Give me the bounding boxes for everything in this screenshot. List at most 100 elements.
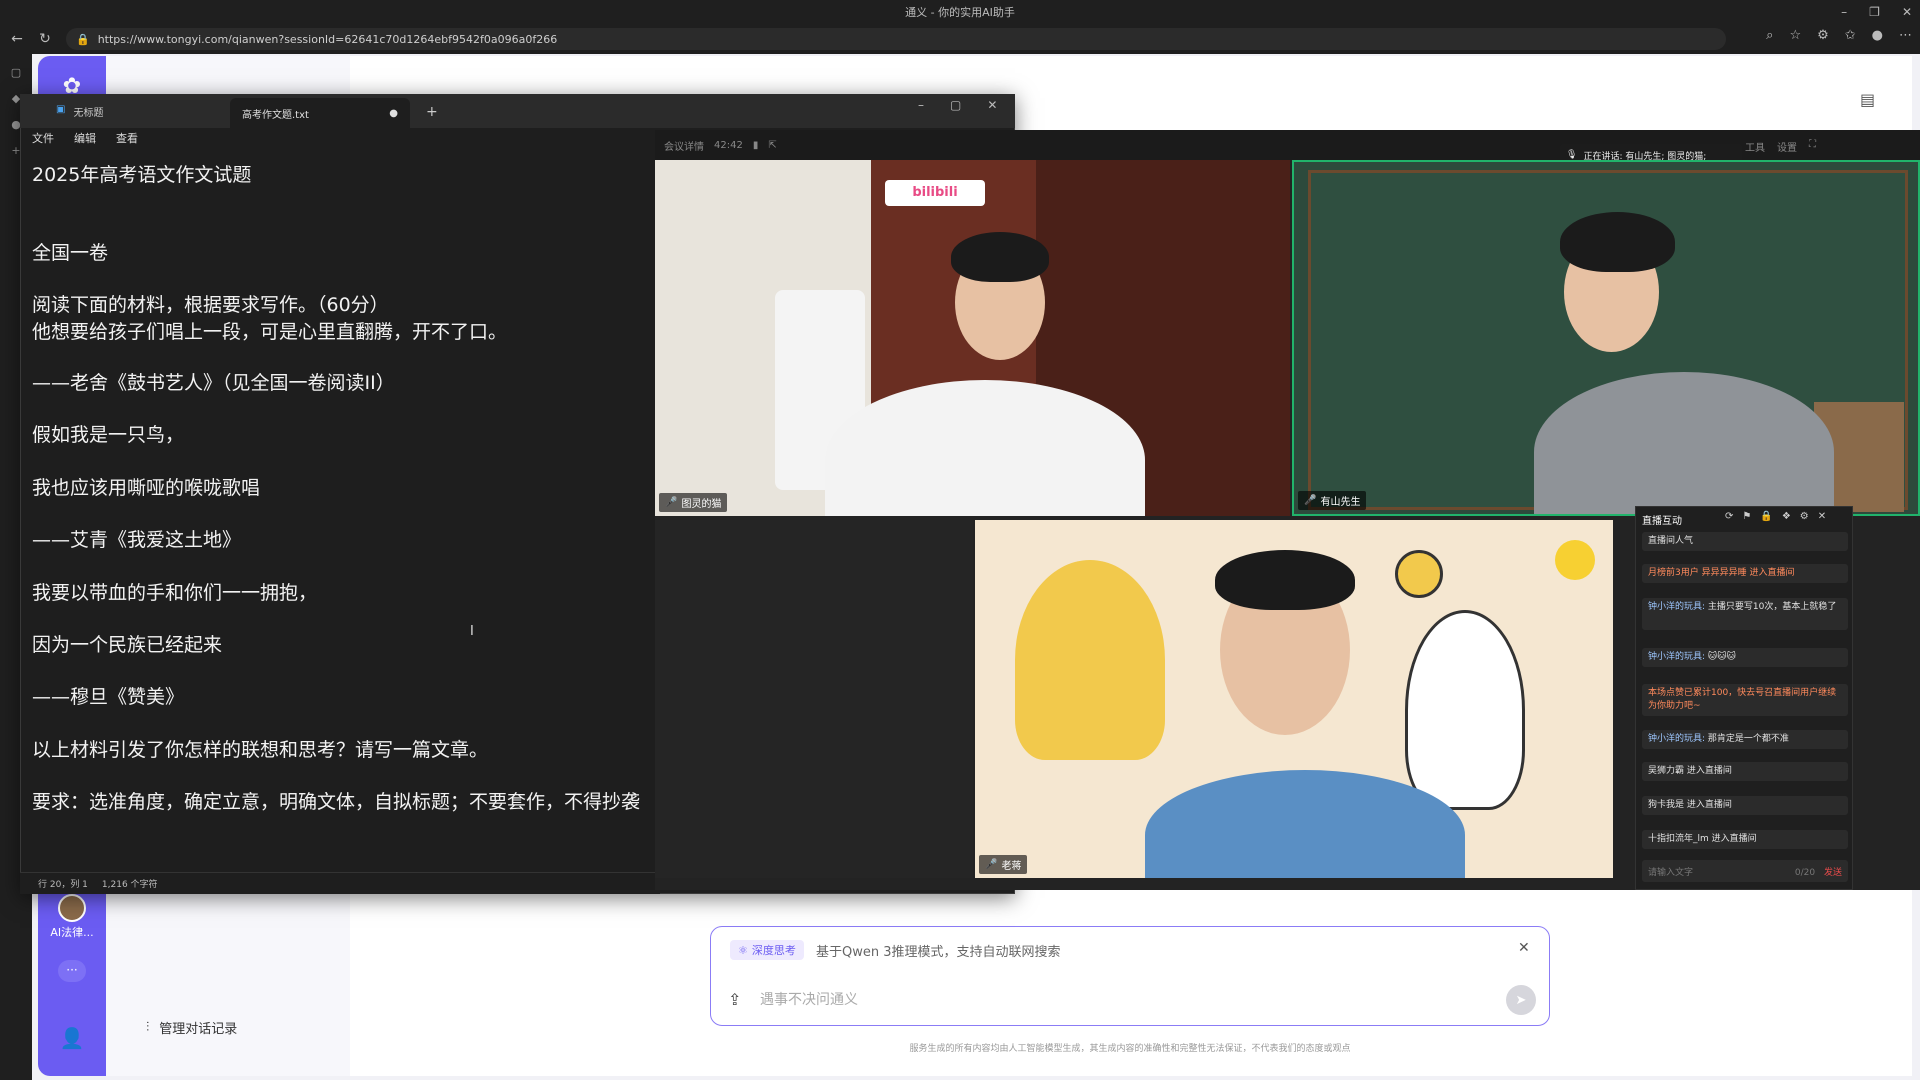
manage-history-button[interactable]: ⫶ 管理对话记录: [146, 1018, 237, 1037]
avatar[interactable]: [58, 894, 86, 922]
live-message-text: 本场点赞已累计100，快去号召直播间用户继续为你助力吧~: [1648, 688, 1837, 711]
live-send-button[interactable]: 发送: [1824, 868, 1842, 878]
menu-icon[interactable]: ⋯: [1899, 28, 1912, 43]
participant-name: 图灵的猫: [681, 499, 722, 510]
settings-button[interactable]: 设置: [1777, 139, 1797, 154]
close-icon[interactable]: ✕: [1902, 5, 1912, 19]
close-icon[interactable]: ✕: [1518, 940, 1530, 956]
live-message-author[interactable]: 钟小洋的玩具:: [1648, 734, 1705, 744]
notepad-titlebar: [20, 94, 1015, 128]
participant-name-tag: 🎤 老蒋: [979, 855, 1028, 874]
gift-icon[interactable]: ❖: [1782, 511, 1791, 522]
unsaved-dot-icon[interactable]: ●: [389, 108, 398, 119]
address-bar[interactable]: 🔒 https://www.tongyi.com/qianwen?session…: [66, 28, 1726, 50]
restore-icon[interactable]: ❐: [1869, 5, 1880, 19]
video-tile[interactable]: bilibili 🎤 图灵的猫: [655, 160, 1290, 516]
tab-active-label: 高考作文题.txt: [242, 109, 309, 121]
notepad-line: 全国一卷: [32, 242, 109, 264]
channel-logo: bilibili: [885, 180, 985, 206]
zoom-icon[interactable]: ⌕: [1766, 28, 1773, 43]
notepad-line: 假如我是一只鸟，: [32, 424, 185, 446]
meeting-info: 会议详情 42:42 ▮ ⇱: [664, 138, 777, 153]
agent-label[interactable]: AI法律...: [44, 924, 100, 940]
notepad-statusbar: 行 20，列 1 1,216 个字符: [20, 872, 660, 894]
settings-icon[interactable]: ⚙: [1800, 511, 1809, 522]
video-tile-active-speaker[interactable]: 🎤 有山先生: [1292, 160, 1920, 516]
more-icon[interactable]: ···: [58, 960, 86, 982]
window-controls: – ❐ ✕: [1841, 0, 1912, 24]
tools-button[interactable]: 工具: [1745, 139, 1765, 154]
sun-icon: [1555, 540, 1595, 580]
microphone-icon: 🎤: [985, 859, 998, 870]
menu-file[interactable]: 文件: [32, 130, 54, 146]
collections-icon[interactable]: ✩: [1845, 28, 1856, 43]
tabs-icon[interactable]: ▢: [9, 66, 23, 80]
manage-history-label: 管理对话记录: [159, 1022, 238, 1037]
filter-icon[interactable]: ⚑: [1742, 511, 1751, 522]
meeting-details[interactable]: 会议详情: [664, 138, 704, 153]
live-message-text: 直播间人气: [1648, 536, 1694, 546]
disclaimer: 服务生成的所有内容均由人工智能模型生成，其生成内容的准确性和完整性无法保证，不代…: [909, 1044, 1351, 1054]
toolbar-actions: ⌕ ☆ ⚙ ✩ ● ⋯: [1766, 28, 1912, 43]
close-icon[interactable]: ✕: [987, 98, 997, 112]
browser-title: 通义 - 你的实用AI助手: [905, 6, 1015, 19]
live-message: 吴狮力霸 进入直播间: [1642, 762, 1848, 781]
notepad-icon: ▣: [56, 104, 66, 115]
tab-untitled[interactable]: ▣ 无标题: [56, 104, 103, 119]
live-panel-title: 直播互动: [1642, 516, 1682, 527]
live-message-text: 吴狮力霸 进入直播间: [1648, 766, 1732, 776]
live-message: 本场点赞已累计100，快去号召直播间用户继续为你助力吧~: [1642, 684, 1848, 716]
chat-input[interactable]: [760, 986, 1480, 1012]
deep-think-label: 深度思考: [751, 944, 796, 957]
maximize-icon[interactable]: ▢: [950, 98, 961, 112]
reload-icon[interactable]: ↻: [34, 28, 56, 50]
upload-icon[interactable]: ⇪: [728, 990, 741, 1009]
menu-view[interactable]: 查看: [116, 130, 138, 146]
extensions-icon[interactable]: ⚙: [1817, 28, 1829, 43]
live-message-text: 🐱🐱🐱: [1705, 652, 1737, 662]
fullscreen-icon[interactable]: ⛶: [1809, 139, 1816, 154]
meeting-timer: 42:42: [714, 140, 743, 151]
live-message-author[interactable]: 钟小洋的玩具:: [1648, 602, 1705, 612]
send-icon[interactable]: ➤: [1506, 985, 1536, 1015]
browser-toolbar: ← ↻ 🔒 https://www.tongyi.com/qianwen?ses…: [0, 24, 1920, 54]
profile-icon[interactable]: ●: [1872, 28, 1883, 43]
video-tile[interactable]: 🎤 老蒋: [975, 520, 1613, 878]
notepad-line: 我也应该用嘶哑的喉咙歌唱: [32, 477, 261, 499]
add-tab-icon[interactable]: +: [426, 104, 438, 120]
user-icon[interactable]: 👤: [58, 1026, 86, 1054]
lock-icon[interactable]: 🔒: [1760, 511, 1772, 522]
participant-name: 老蒋: [1001, 861, 1022, 872]
notepad-line: ——老舍《鼓书艺人》（见全国一卷阅读II）: [32, 372, 395, 394]
live-panel-actions: ⟳ ⚑ 🔒 ❖ ⚙ ✕: [1725, 511, 1826, 522]
sliders-icon: ⫶: [146, 1020, 150, 1035]
menu-edit[interactable]: 编辑: [74, 130, 96, 146]
tab-active[interactable]: 高考作文题.txt ●: [230, 98, 410, 128]
signal-icon: ▮: [752, 140, 759, 151]
notepad-line: 阅读下面的材料，根据要求写作。（60分）: [32, 294, 389, 316]
meeting-toolbar-right: 工具 设置 ⛶: [1745, 139, 1816, 154]
char-count: 1,216 个字符: [101, 880, 158, 890]
notepad-line: 因为一个民族已经起来: [32, 634, 223, 656]
deep-think-description: 基于Qwen 3推理模式，支持自动联网搜索: [816, 945, 1061, 960]
url-text: https://www.tongyi.com/qianwen?sessionId…: [97, 32, 558, 46]
notepad-line: ——艾青《我爱这土地》: [32, 529, 242, 551]
document-icon[interactable]: ▤: [1860, 90, 1875, 109]
microphone-icon: 🎤: [665, 497, 678, 508]
minimize-icon[interactable]: –: [918, 98, 924, 112]
live-message-text: 十指扣流年_lm 进入直播间: [1648, 834, 1757, 844]
notepad-line: 2025年高考语文作文试题: [32, 164, 252, 186]
deep-think-toggle[interactable]: ⚛ 深度思考: [730, 940, 804, 960]
refresh-icon[interactable]: ⟳: [1725, 511, 1733, 522]
live-message: 钟小洋的玩具: 主播只要写10次，基本上就稳了: [1642, 598, 1848, 630]
share-icon[interactable]: ⇱: [768, 140, 776, 151]
deep-think-icon: ⚛: [738, 943, 748, 957]
back-icon[interactable]: ←: [6, 28, 28, 50]
live-message-author[interactable]: 钟小洋的玩具:: [1648, 652, 1705, 662]
text-cursor-icon: I: [470, 624, 474, 639]
live-chat-input[interactable]: 请输入文字 0/20 发送: [1642, 860, 1848, 882]
close-icon[interactable]: ✕: [1818, 511, 1826, 522]
minimize-icon[interactable]: –: [1841, 5, 1847, 19]
favorite-icon[interactable]: ☆: [1789, 28, 1801, 43]
live-message: 钟小洋的玩具: 🐱🐱🐱: [1642, 648, 1848, 667]
